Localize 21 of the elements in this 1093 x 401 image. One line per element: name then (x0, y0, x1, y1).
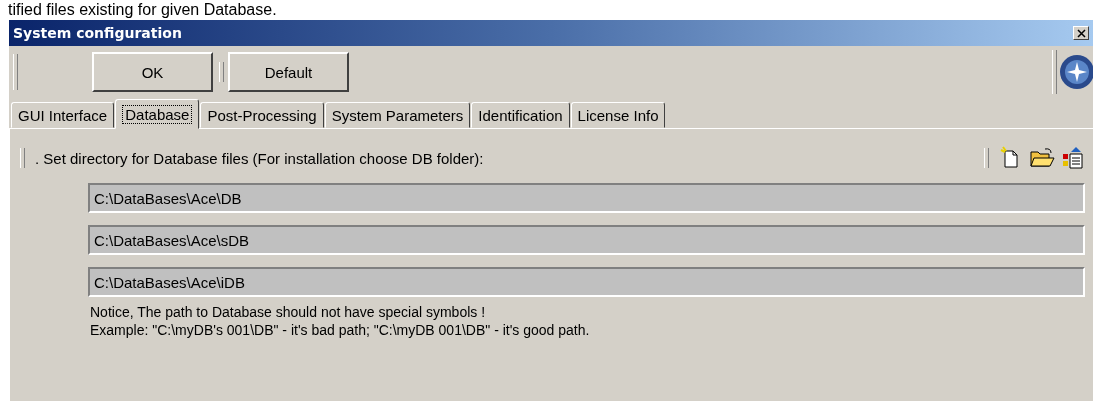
tab[interactable]: Database (115, 99, 200, 129)
list-icon[interactable] (1061, 146, 1085, 170)
document-text: tified files existing for given Database. (7, 0, 277, 19)
dialog-button[interactable]: Default (228, 52, 349, 92)
close-button[interactable] (1073, 26, 1089, 40)
tab[interactable]: Post-Processing (200, 102, 324, 128)
path-field[interactable]: C:\DataBases\Ace\iDB (88, 267, 1085, 297)
path-field[interactable]: C:\DataBases\Ace\DB (88, 183, 1085, 213)
tab[interactable]: License Info (570, 102, 666, 128)
tab[interactable]: Identification (471, 102, 570, 128)
notice-text: Example: "C:\myDB's 001\DB" - it's bad path; "C:\myDB 001\DB" - it's good path. (90, 321, 591, 339)
tab[interactable]: GUI Interface (11, 102, 115, 128)
section-label: . Set directory for Database files (For installation choose DB folder): (35, 149, 484, 167)
path-field[interactable]: C:\DataBases\Ace\sDB (88, 225, 1085, 255)
notice-text: Notice, The path to Database should not have special symbols ! (90, 303, 487, 321)
tab[interactable]: System Parameters (324, 102, 471, 128)
compass-icon[interactable] (1059, 54, 1093, 90)
folder-icon[interactable] (1029, 147, 1055, 169)
close-icon (1076, 28, 1086, 38)
window-title: System configuration (13, 25, 183, 41)
dialog-button[interactable]: OK (92, 52, 213, 92)
